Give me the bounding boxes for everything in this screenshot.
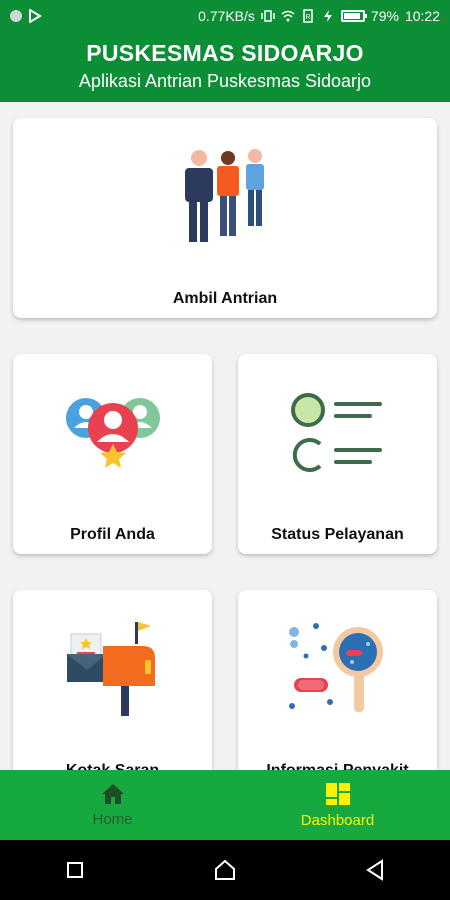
queue-people-icon <box>185 149 264 242</box>
nav-home[interactable]: Home <box>0 770 225 840</box>
svg-text:R: R <box>305 14 310 21</box>
play-store-icon <box>29 9 42 23</box>
home-outline-icon <box>215 859 235 880</box>
recent-apps-button[interactable] <box>55 850 95 890</box>
recent-apps-icon <box>67 862 83 878</box>
wifi-icon <box>281 10 295 22</box>
ambil-antrian-label: Ambil Antrian <box>172 290 278 307</box>
back-button[interactable] <box>355 850 395 890</box>
status-pelayanan-card[interactable]: Status Pelayanan <box>238 354 437 554</box>
profile-users-icon <box>66 398 160 468</box>
system-navigation-bar <box>0 840 450 900</box>
charging-icon <box>323 10 332 22</box>
informasi-penyakit-card[interactable]: Informasi Penyakit <box>238 590 437 770</box>
nav-dashboard-label: Dashboard <box>300 811 375 829</box>
app-subtitle: Aplikasi Antrian Puskesmas Sidoarjo <box>78 71 372 91</box>
status-bar: 0.77KB/s R 79% 10:22 <box>0 0 450 32</box>
mailbox-icon <box>67 622 155 716</box>
app-header: PUSKESMAS SIDOARJO Aplikasi Antrian Pusk… <box>0 32 450 102</box>
informasi-penyakit-label: Informasi Penyakit <box>238 762 437 770</box>
profil-anda-card[interactable]: Profil Anda <box>13 354 212 554</box>
back-icon <box>366 859 383 881</box>
nav-dashboard[interactable]: Dashboard <box>225 770 450 840</box>
home-icon <box>101 783 124 804</box>
notification-dot-icon <box>10 10 22 22</box>
profil-anda-label: Profil Anda <box>70 526 155 543</box>
clock: 10:22 <box>404 8 440 24</box>
vibrate-icon <box>261 10 275 22</box>
ambil-antrian-card[interactable]: Ambil Antrian <box>13 118 437 318</box>
network-speed: 0.77KB/s <box>198 8 255 24</box>
kotak-saran-card[interactable]: Kotak Saran <box>13 590 212 770</box>
dashboard-icon <box>325 782 350 805</box>
battery-percent: 79% <box>370 8 399 24</box>
app-title: PUSKESMAS SIDOARJO <box>86 40 364 66</box>
disease-magnifier-icon <box>289 623 383 712</box>
kotak-saran-label: Kotak Saran <box>13 762 212 770</box>
status-pelayanan-label: Status Pelayanan <box>271 526 404 543</box>
battery-icon <box>340 10 367 22</box>
status-list-icon <box>291 393 382 472</box>
sim-icon: R <box>303 9 313 23</box>
nav-home-label: Home <box>92 810 133 828</box>
home-system-button[interactable] <box>205 850 245 890</box>
dashboard-grid: Ambil Antrian Profil Anda Status Pelayan <box>0 102 450 770</box>
bottom-navigation: Home Dashboard <box>0 770 450 840</box>
